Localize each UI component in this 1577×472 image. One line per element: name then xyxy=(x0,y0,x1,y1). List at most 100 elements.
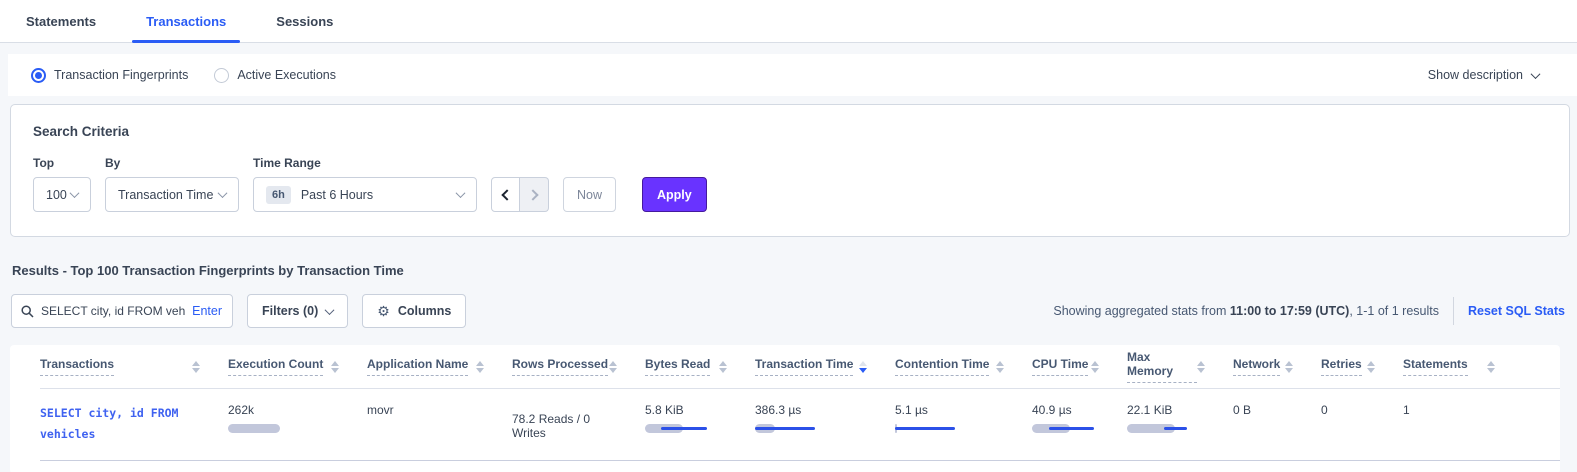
top-value: 100 xyxy=(46,188,67,202)
column-label[interactable]: Transaction Time xyxy=(755,357,853,376)
column-label[interactable]: Transactions xyxy=(40,357,114,376)
now-button[interactable]: Now xyxy=(563,177,616,212)
search-icon xyxy=(21,305,34,318)
chevron-down-icon xyxy=(218,188,228,198)
sort-icon[interactable] xyxy=(1367,361,1375,373)
chevron-down-icon xyxy=(70,188,80,198)
cell-transaction-time: 386.3 µs xyxy=(755,403,895,433)
column-label[interactable]: Bytes Read xyxy=(645,357,710,376)
apply-button[interactable]: Apply xyxy=(642,177,707,212)
column-label[interactable]: Max Memory xyxy=(1127,350,1197,383)
stats-text: Showing aggregated stats from 11:00 to 1… xyxy=(1053,304,1439,318)
radio-selected-icon xyxy=(31,68,46,83)
bytes-read-bar xyxy=(645,424,709,433)
time-prev-button[interactable] xyxy=(491,177,520,212)
column-header-retries: Retries xyxy=(1321,357,1403,376)
radio-unselected-icon xyxy=(214,68,229,83)
by-value: Transaction Time xyxy=(118,188,213,202)
column-label[interactable]: Contention Time xyxy=(895,357,989,376)
reset-sql-stats-link[interactable]: Reset SQL Stats xyxy=(1468,304,1565,318)
sort-icon[interactable] xyxy=(1285,361,1293,373)
tab-transactions[interactable]: Transactions xyxy=(132,14,240,42)
contention-time-value: 5.1 µs xyxy=(895,403,1012,417)
time-range-select[interactable]: 6h Past 6 Hours xyxy=(253,177,477,212)
column-header-transaction-time: Transaction Time xyxy=(755,357,895,376)
column-label[interactable]: Rows Processed xyxy=(512,357,608,376)
cpu-time-value: 40.9 µs xyxy=(1032,403,1107,417)
search-input[interactable] xyxy=(41,304,186,318)
tab-sessions[interactable]: Sessions xyxy=(262,14,347,42)
column-header-statements: Statements xyxy=(1403,357,1523,376)
search-enter-button[interactable]: Enter xyxy=(192,304,222,318)
contention-time-bar xyxy=(895,424,959,433)
stats-area: Showing aggregated stats from 11:00 to 1… xyxy=(1053,297,1565,325)
max-memory-value: 22.1 KiB xyxy=(1127,403,1213,417)
time-nav-group xyxy=(491,177,549,212)
by-field: By Transaction Time xyxy=(105,156,239,212)
sort-icon[interactable] xyxy=(192,361,200,373)
sort-icon-active-desc[interactable] xyxy=(859,361,867,373)
table-header-row: Transactions Execution Count Application… xyxy=(40,345,1560,389)
sort-icon[interactable] xyxy=(719,361,727,373)
radio-transaction-fingerprints[interactable]: Transaction Fingerprints xyxy=(31,68,188,83)
columns-button[interactable]: ⚙ Columns xyxy=(362,294,466,328)
cell-bytes-read: 5.8 KiB xyxy=(645,403,755,433)
sort-icon[interactable] xyxy=(996,361,1004,373)
time-range-value: Past 6 Hours xyxy=(301,188,373,202)
execution-count-bar xyxy=(228,424,292,433)
column-label[interactable]: Application Name xyxy=(367,357,468,376)
search-criteria-card: Search Criteria Top 100 By Transaction T… xyxy=(10,104,1570,237)
column-label[interactable]: Retries xyxy=(1321,357,1362,376)
cell-cpu-time: 40.9 µs xyxy=(1032,403,1127,433)
table-row: SELECT city, id FROM vehicles 262k movr … xyxy=(40,389,1560,461)
filters-button[interactable]: Filters (0) xyxy=(247,294,348,328)
sort-icon[interactable] xyxy=(1091,361,1099,373)
sort-icon[interactable] xyxy=(609,361,617,373)
search-box: Enter xyxy=(11,294,233,328)
cell-rows-processed: 78.2 Reads / 0 Writes xyxy=(512,403,645,440)
network-value: 0 B xyxy=(1233,403,1301,417)
column-header-rows-processed: Rows Processed xyxy=(512,357,645,376)
transaction-fingerprint-link[interactable]: SELECT city, id FROM vehicles xyxy=(40,403,205,444)
top-field: Top 100 xyxy=(33,156,91,212)
cell-application-name: movr xyxy=(367,403,512,417)
radio-label: Transaction Fingerprints xyxy=(54,68,188,82)
cell-contention-time: 5.1 µs xyxy=(895,403,1032,433)
column-label[interactable]: Execution Count xyxy=(228,357,323,376)
by-select[interactable]: Transaction Time xyxy=(105,177,239,212)
column-header-application-name: Application Name xyxy=(367,357,512,376)
transaction-time-bar xyxy=(755,424,819,433)
chevron-down-icon xyxy=(325,305,335,315)
column-header-contention-time: Contention Time xyxy=(895,357,1032,376)
retries-value: 0 xyxy=(1321,403,1383,417)
sort-icon[interactable] xyxy=(1487,361,1495,373)
execution-count-value: 262k xyxy=(228,403,347,417)
column-header-transactions: Transactions xyxy=(40,357,228,376)
column-label[interactable]: CPU Time xyxy=(1032,357,1088,376)
column-label[interactable]: Statements xyxy=(1403,357,1468,376)
filters-label: Filters (0) xyxy=(262,304,318,318)
radio-active-executions[interactable]: Active Executions xyxy=(214,68,336,83)
time-range-label: Time Range xyxy=(253,156,477,170)
cell-execution-count: 262k xyxy=(228,403,367,433)
time-range-badge: 6h xyxy=(266,186,291,204)
sort-icon[interactable] xyxy=(476,361,484,373)
bytes-read-value: 5.8 KiB xyxy=(645,403,735,417)
column-label[interactable]: Network xyxy=(1233,357,1280,376)
vertical-divider xyxy=(1453,297,1454,325)
top-select[interactable]: 100 xyxy=(33,177,91,212)
transaction-time-value: 386.3 µs xyxy=(755,403,875,417)
chevron-down-icon xyxy=(1531,69,1541,79)
show-description-label: Show description xyxy=(1428,68,1523,82)
sort-icon[interactable] xyxy=(1197,361,1205,373)
tab-statements[interactable]: Statements xyxy=(12,14,110,42)
stats-suffix: , 1-1 of 1 results xyxy=(1349,304,1439,318)
page-tabbar: Statements Transactions Sessions xyxy=(0,0,1577,43)
max-memory-bar xyxy=(1127,424,1191,433)
chevron-left-icon xyxy=(501,189,512,200)
top-label: Top xyxy=(33,156,91,170)
sort-icon[interactable] xyxy=(331,361,339,373)
show-description-toggle[interactable]: Show description xyxy=(1428,68,1539,82)
time-next-button[interactable] xyxy=(520,177,549,212)
chevron-right-icon xyxy=(527,189,538,200)
